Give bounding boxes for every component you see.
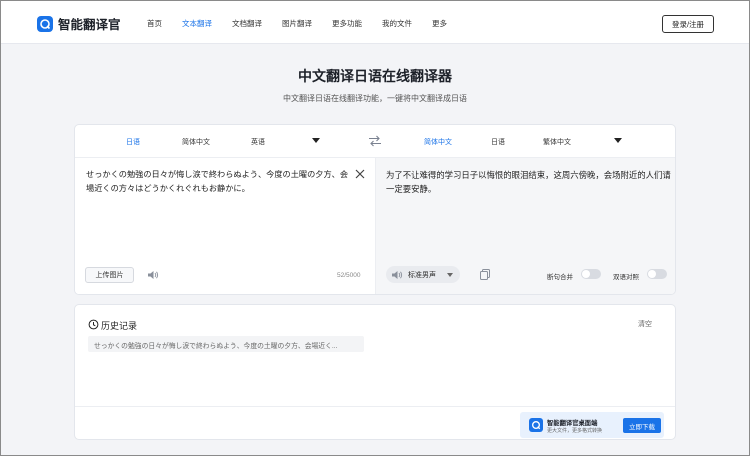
app-logo[interactable]: 智能翻译官 — [37, 14, 121, 33]
sentence-merge-toggle[interactable] — [581, 269, 601, 279]
target-lang-simplified-chinese[interactable]: 简体中文 — [424, 137, 452, 147]
page-title: 中文翻译日语在线翻译器 — [298, 68, 452, 84]
nav-item-more-features[interactable]: 更多功能 — [332, 18, 362, 29]
character-counter: 52/5000 — [337, 272, 361, 279]
login-register-button[interactable]: 登录/注册 — [662, 15, 714, 33]
target-lang-traditional-chinese[interactable]: 繁体中文 — [543, 137, 571, 147]
desktop-app-promo: 智能翻译官桌面端 更大文件，更多格式转换 立即下载 — [520, 412, 664, 438]
source-lang-dropdown-icon[interactable] — [312, 138, 320, 143]
page-subtitle: 中文翻译日语在线翻译功能，一键将中文翻译成日语 — [283, 94, 467, 103]
promo-title: 智能翻译官桌面端 — [547, 420, 598, 427]
source-lang-english[interactable]: 英语 — [251, 137, 265, 147]
download-now-button[interactable]: 立即下载 — [623, 418, 661, 433]
desktop-app-logo-icon — [529, 418, 543, 432]
source-text-pane[interactable]: せっかくの勉強の日々が悔し涙で終わらぬよう、今度の土曜の夕方、会場近くの方々はど… — [75, 158, 376, 294]
swap-languages-icon[interactable] — [368, 135, 382, 147]
app-logo-icon — [37, 15, 53, 32]
upload-image-button[interactable]: 上传图片 — [85, 267, 134, 283]
source-speaker-icon[interactable] — [147, 270, 159, 280]
source-lang-simplified-chinese[interactable]: 简体中文 — [182, 137, 210, 147]
app-name: 智能翻译官 — [58, 18, 121, 32]
history-clock-icon — [88, 319, 99, 330]
sentence-merge-label: 断句合并 — [547, 274, 573, 281]
nav-item-home[interactable]: 首页 — [147, 18, 162, 29]
bilingual-toggle[interactable] — [647, 269, 667, 279]
copy-icon[interactable] — [480, 269, 490, 280]
clear-text-icon[interactable] — [355, 169, 365, 179]
nav-item-doc-translate[interactable]: 文档翻译 — [232, 18, 262, 29]
language-bar: 日语 简体中文 英语 简体中文 日语 繁体中文 — [75, 125, 675, 158]
target-text-pane: 为了不让难得的学习日子以悔恨的眼泪结束，这周六傍晚，会场附近的人们请一定要安静。… — [376, 158, 675, 294]
promo-subtitle: 更大文件，更多格式转换 — [547, 428, 603, 434]
history-panel: 历史记录 清空 せっかくの勉強の日々が悔し涙で終わらぬよう、今度の土曜の夕方、会… — [74, 304, 676, 440]
target-speaker-icon[interactable] — [391, 270, 403, 280]
clear-history-button[interactable]: 清空 — [638, 319, 652, 329]
voice-selector[interactable]: 标准男声 — [386, 266, 460, 283]
history-footer: 智能翻译官桌面端 更大文件，更多格式转换 立即下载 — [75, 406, 675, 439]
nav-item-text-translate[interactable]: 文本翻译 — [182, 18, 212, 29]
nav-item-my-files[interactable]: 我的文件 — [382, 18, 412, 29]
translated-text: 为了不让难得的学习日子以悔恨的眼泪结束，这周六傍晚，会场附近的人们请一定要安静。 — [386, 170, 671, 194]
source-lang-japanese[interactable]: 日语 — [126, 137, 140, 147]
history-title: 历史记录 — [101, 321, 138, 331]
target-lang-dropdown-icon[interactable] — [614, 138, 622, 143]
source-text-input[interactable]: せっかくの勉強の日々が悔し涙で終わらぬよう、今度の土曜の夕方、会場近くの方々はど… — [86, 168, 348, 196]
target-lang-japanese[interactable]: 日语 — [491, 137, 505, 147]
voice-dropdown-icon — [447, 273, 453, 277]
main-nav: 首页 文本翻译 文档翻译 图片翻译 更多功能 我的文件 更多 — [147, 18, 467, 29]
nav-item-image-translate[interactable]: 图片翻译 — [282, 18, 312, 29]
top-navigation-bar: 智能翻译官 首页 文本翻译 文档翻译 图片翻译 更多功能 我的文件 更多 登录/… — [1, 1, 749, 44]
translator-card: 日语 简体中文 英语 简体中文 日语 繁体中文 せっかくの勉強の日々が悔し涙で終… — [74, 124, 676, 295]
history-item[interactable]: せっかくの勉強の日々が悔し涙で終わらぬよう、今度の土曜の夕方、会場近く... — [88, 336, 364, 352]
voice-label: 标准男声 — [408, 272, 436, 279]
nav-item-more[interactable]: 更多 — [432, 18, 447, 29]
bilingual-label: 双语对照 — [613, 274, 639, 281]
